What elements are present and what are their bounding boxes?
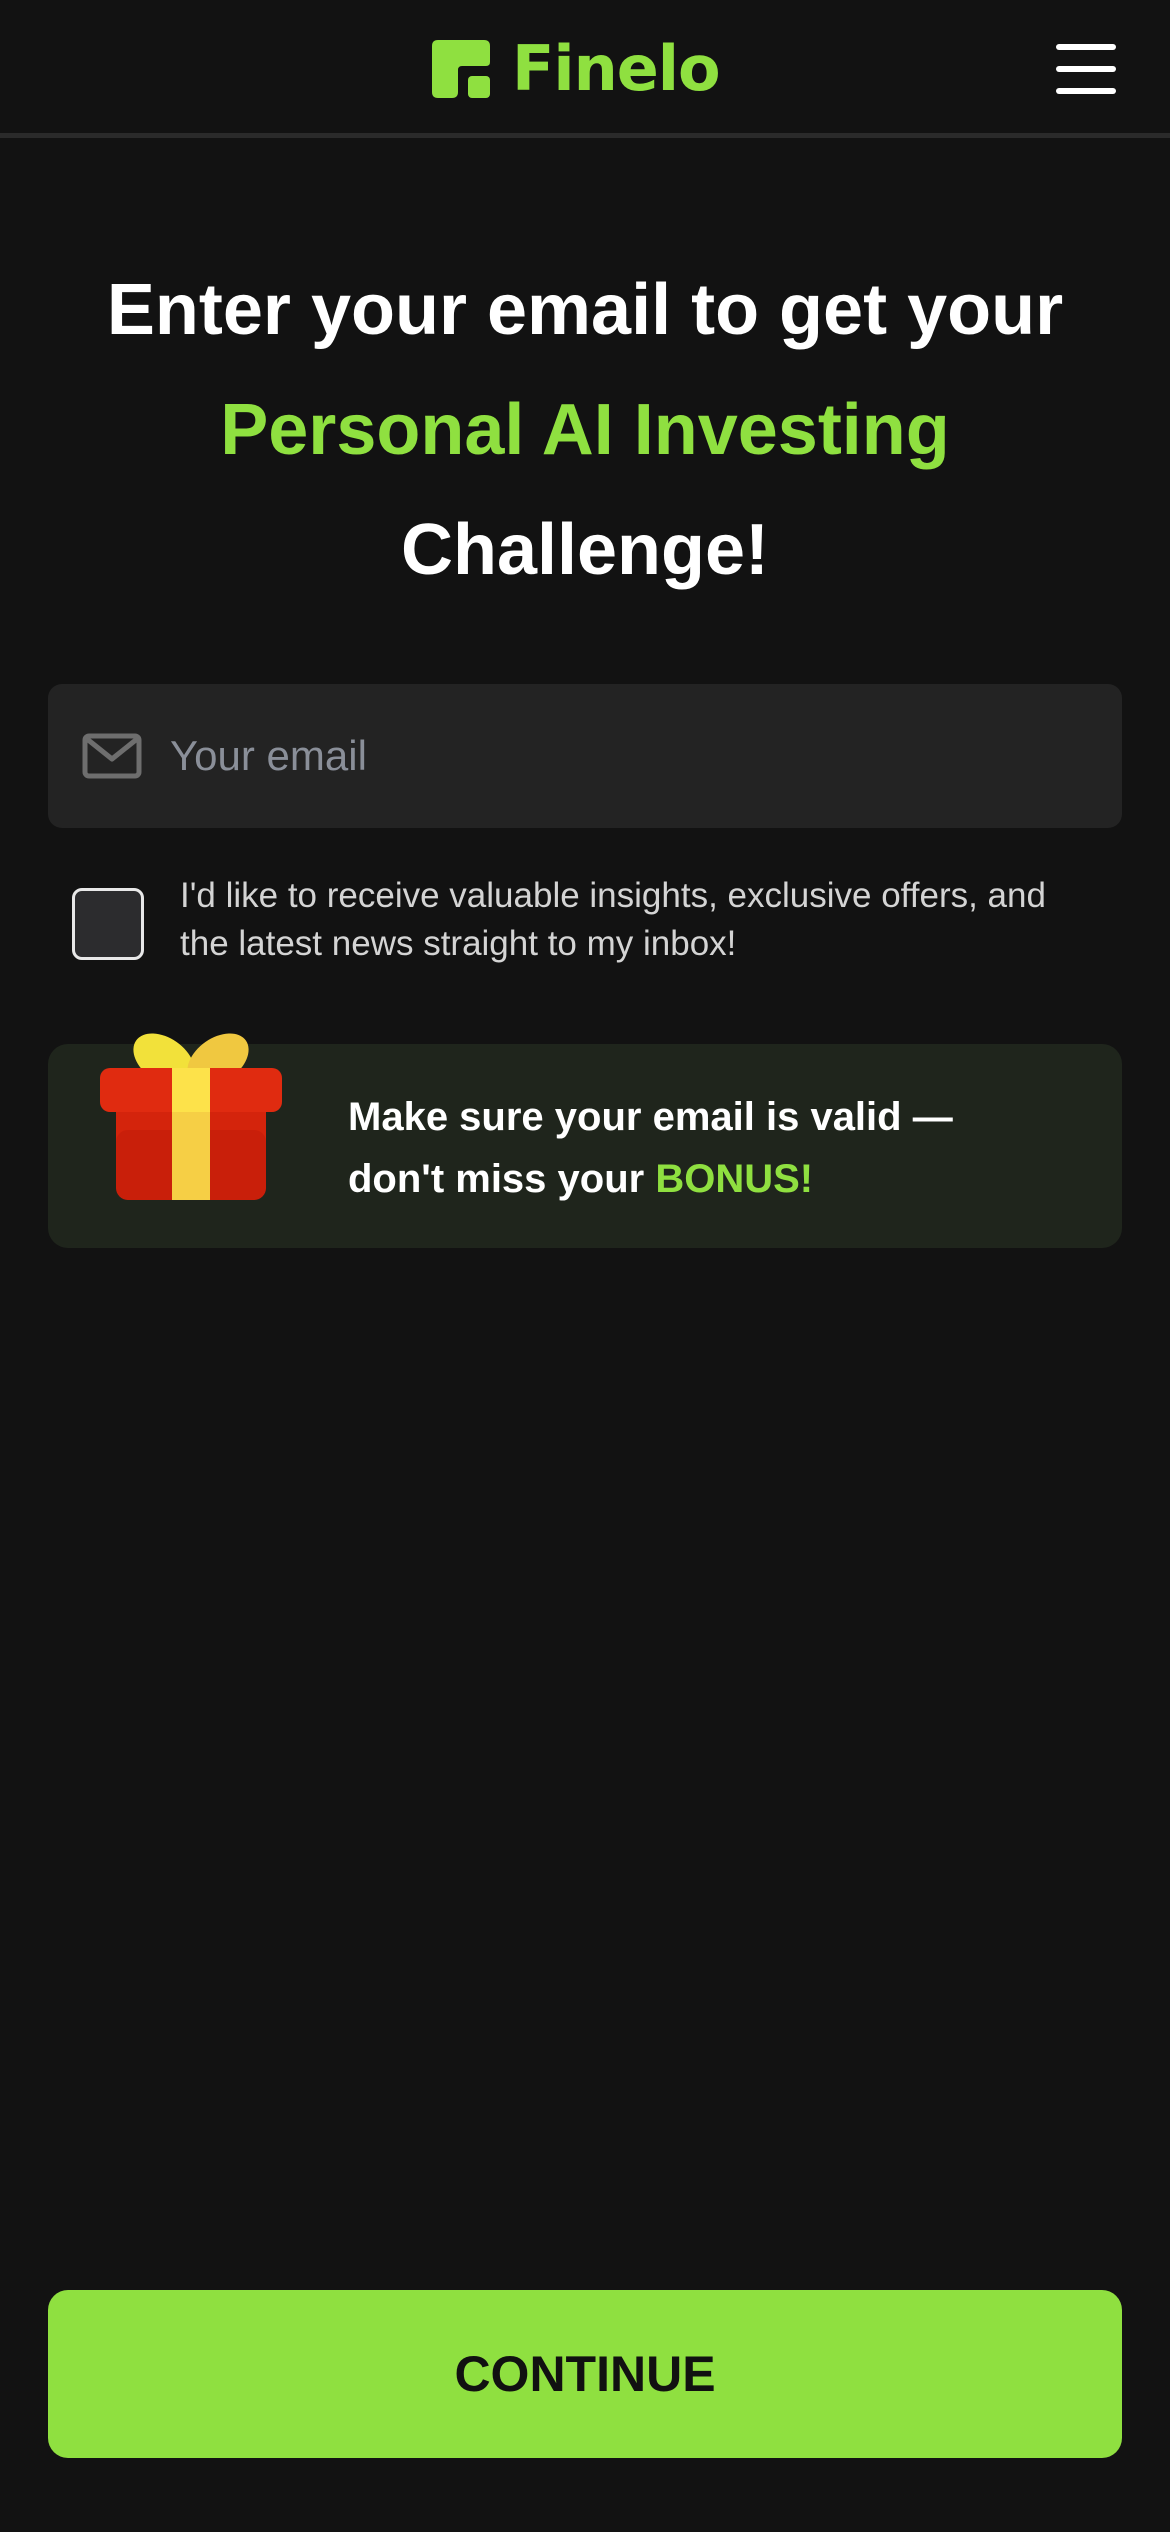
consent-checkbox[interactable] bbox=[72, 888, 144, 960]
brand-logo[interactable]: Finelo bbox=[432, 32, 721, 105]
hamburger-menu-icon-bar bbox=[1056, 66, 1116, 72]
bonus-line-2: don't miss your BONUS! bbox=[348, 1148, 1068, 1210]
bonus-accent-text: BONUS! bbox=[655, 1157, 814, 1201]
mail-icon bbox=[82, 733, 142, 779]
consent-label: I'd like to receive valuable insights, e… bbox=[180, 876, 1046, 963]
bonus-line-1: Make sure your email is valid — bbox=[348, 1095, 953, 1139]
hamburger-menu-icon bbox=[1056, 44, 1116, 50]
email-input[interactable] bbox=[170, 726, 1070, 786]
email-field[interactable] bbox=[48, 684, 1122, 828]
hamburger-menu-icon-bar bbox=[1056, 88, 1116, 94]
gift-icon bbox=[100, 1033, 282, 1200]
page-title: Enter your email to get your Personal AI… bbox=[40, 250, 1130, 610]
title-line-3: Challenge! bbox=[400, 510, 770, 590]
bonus-line-2-text: don't miss your bbox=[348, 1157, 656, 1201]
finelo-logo-icon bbox=[432, 40, 490, 98]
title-line-1: Enter your email to get your bbox=[106, 270, 1064, 350]
menu-button[interactable] bbox=[1056, 44, 1116, 94]
title-line-accent: Personal AI Investing bbox=[220, 390, 950, 470]
brand-name: Finelo bbox=[512, 32, 721, 105]
bonus-message: Make sure your email is valid — don't mi… bbox=[348, 1086, 1068, 1210]
app-header: Finelo bbox=[0, 0, 1170, 138]
continue-button[interactable]: CONTINUE bbox=[48, 2290, 1122, 2458]
